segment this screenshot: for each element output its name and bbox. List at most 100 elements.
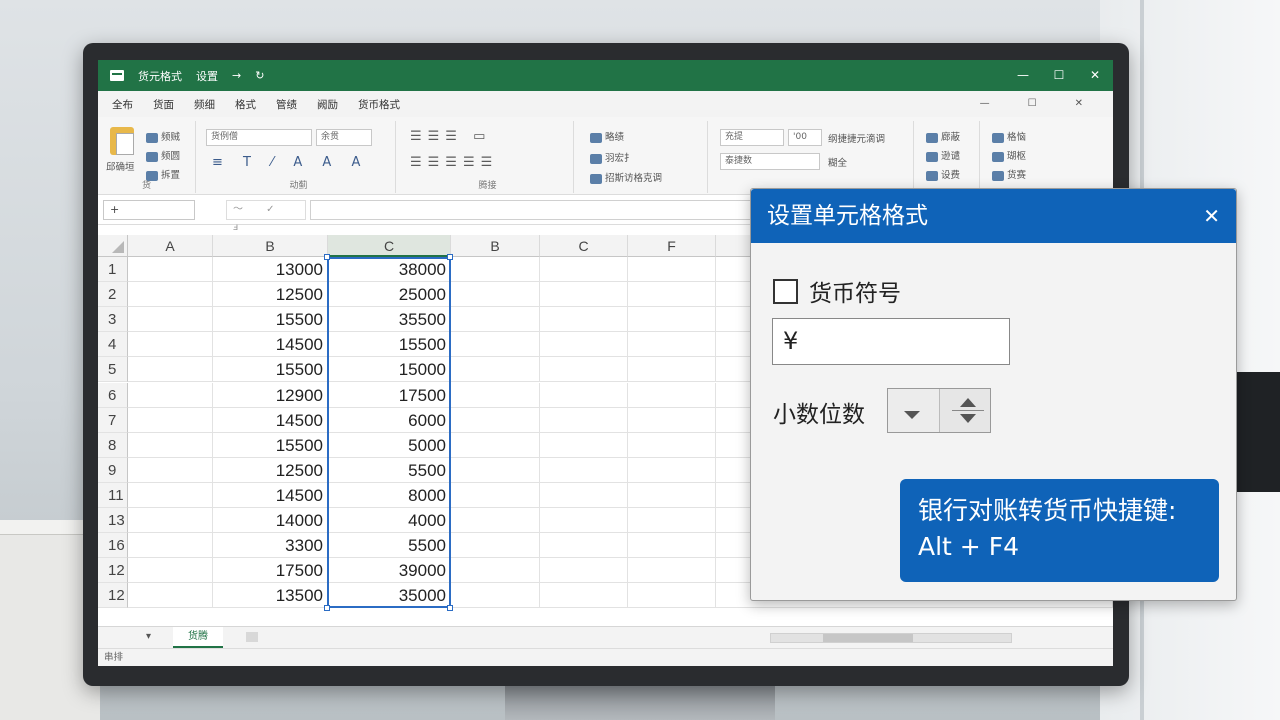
row-header[interactable]: 13 xyxy=(98,508,128,534)
cell-c[interactable]: 5000 xyxy=(328,432,451,458)
row-header[interactable]: 12 xyxy=(98,558,128,584)
cell-empty[interactable] xyxy=(128,257,213,283)
minimize-button[interactable]: — xyxy=(1005,60,1041,91)
cell-c[interactable]: 35500 xyxy=(328,307,451,333)
cell-empty[interactable] xyxy=(540,457,628,483)
cell-b[interactable]: 13000 xyxy=(213,257,328,283)
wrap-button[interactable]: 略绩 xyxy=(605,132,624,143)
cell-empty[interactable] xyxy=(451,332,540,358)
cell-c[interactable]: 35000 xyxy=(328,583,451,609)
cell-c[interactable]: 25000 xyxy=(328,282,451,308)
cell-empty[interactable] xyxy=(128,583,213,609)
redo-icon[interactable]: → xyxy=(232,69,241,82)
cell-empty[interactable] xyxy=(451,583,540,609)
cell-empty[interactable] xyxy=(540,332,628,358)
cell-empty[interactable] xyxy=(540,407,628,433)
row-header[interactable]: 5 xyxy=(98,357,128,383)
stepper-down-icon[interactable] xyxy=(960,414,976,423)
cell-empty[interactable] xyxy=(128,357,213,383)
cell-empty[interactable] xyxy=(451,282,540,308)
cell-b[interactable]: 12900 xyxy=(213,382,328,408)
row-header[interactable]: 6 xyxy=(98,382,128,408)
cell-empty[interactable] xyxy=(128,533,213,559)
cell-b[interactable]: 14500 xyxy=(213,332,328,358)
selection-handle[interactable] xyxy=(447,254,453,260)
column-header[interactable]: B xyxy=(451,235,540,257)
cell-empty[interactable] xyxy=(628,382,716,408)
row-header[interactable]: 8 xyxy=(98,432,128,458)
cell-empty[interactable] xyxy=(540,357,628,383)
refresh-icon[interactable]: ↻ xyxy=(255,69,264,82)
row-header[interactable]: 1 xyxy=(98,257,128,283)
cell-empty[interactable] xyxy=(628,257,716,283)
selection-handle[interactable] xyxy=(447,605,453,612)
paste-icon[interactable] xyxy=(110,127,134,155)
cell-b[interactable]: 15500 xyxy=(213,307,328,333)
cell-empty[interactable] xyxy=(540,558,628,584)
cell-empty[interactable] xyxy=(128,558,213,584)
selection-handle[interactable] xyxy=(324,605,330,612)
ribbon-restore-button[interactable]: ☐ xyxy=(1028,91,1037,117)
cell-empty[interactable] xyxy=(451,407,540,433)
ribbon-close-button[interactable]: ✕ xyxy=(1075,91,1083,117)
decimal-box[interactable]: '00 xyxy=(788,129,822,146)
align-top-icons[interactable]: ☰☰☰ ▭ xyxy=(410,129,491,144)
close-button[interactable]: ✕ xyxy=(1077,60,1113,91)
cell-empty[interactable] xyxy=(451,307,540,333)
cell-b[interactable]: 14500 xyxy=(213,482,328,508)
stepper-up-icon[interactable] xyxy=(960,398,976,407)
name-box[interactable]: + xyxy=(103,200,195,220)
cell-c[interactable]: 6000 xyxy=(328,407,451,433)
number-format-box[interactable]: 充提 xyxy=(720,129,784,146)
tab-1[interactable]: 货面 xyxy=(153,97,174,112)
cell-b[interactable]: 12500 xyxy=(213,457,328,483)
cell-empty[interactable] xyxy=(628,457,716,483)
row-header[interactable]: 11 xyxy=(98,482,128,508)
paste-label[interactable]: 邱确垣 xyxy=(106,159,135,173)
cell-b[interactable]: 3300 xyxy=(213,533,328,559)
find-button[interactable]: 货赛 xyxy=(1007,170,1026,181)
column-header[interactable]: C xyxy=(328,235,451,257)
cell-empty[interactable] xyxy=(540,282,628,308)
row-header[interactable]: 2 xyxy=(98,282,128,308)
cell-empty[interactable] xyxy=(451,558,540,584)
cell-empty[interactable] xyxy=(128,432,213,458)
column-header[interactable]: A xyxy=(128,235,213,257)
cell-empty[interactable] xyxy=(128,508,213,534)
tab-5[interactable]: 阙励 xyxy=(317,97,338,112)
select-all-corner[interactable] xyxy=(98,235,128,257)
tab-6[interactable]: 货币格式 xyxy=(358,97,400,112)
cell-style-box[interactable]: 泰捷数 xyxy=(720,153,820,170)
tab-3[interactable]: 格式 xyxy=(235,97,256,112)
cell-empty[interactable] xyxy=(451,508,540,534)
cell-c[interactable]: 17500 xyxy=(328,382,451,408)
cell-empty[interactable] xyxy=(628,508,716,534)
conditional-button[interactable]: 招斯访格克调 xyxy=(605,173,662,184)
cell-empty[interactable] xyxy=(128,307,213,333)
cell-empty[interactable] xyxy=(628,533,716,559)
decimal-places-stepper[interactable] xyxy=(887,388,991,433)
cell-empty[interactable] xyxy=(628,583,716,609)
cell-empty[interactable] xyxy=(628,357,716,383)
cell-empty[interactable] xyxy=(628,558,716,584)
cell-empty[interactable] xyxy=(128,332,213,358)
currency-checkbox[interactable] xyxy=(773,278,798,304)
cell-c[interactable]: 39000 xyxy=(328,558,451,584)
cell-b[interactable]: 14000 xyxy=(213,508,328,534)
tab-0[interactable]: 全布 xyxy=(112,97,133,112)
currency-symbol-input[interactable]: ¥ xyxy=(772,318,1010,365)
formula-icons[interactable]: ～ ✓ ⅎ xyxy=(226,200,306,233)
cell-empty[interactable] xyxy=(451,382,540,408)
cell-empty[interactable] xyxy=(451,257,540,283)
cell-b[interactable]: 14500 xyxy=(213,407,328,433)
cell-c[interactable]: 15000 xyxy=(328,357,451,383)
cell-empty[interactable] xyxy=(628,407,716,433)
font-format-icons[interactable]: ≡ T ⁄ A A A xyxy=(212,155,368,170)
selection-handle[interactable] xyxy=(324,254,330,260)
tab-4[interactable]: 管绩 xyxy=(276,97,297,112)
cell-b[interactable]: 12500 xyxy=(213,282,328,308)
cell-empty[interactable] xyxy=(451,432,540,458)
cell-empty[interactable] xyxy=(128,382,213,408)
copy-button[interactable]: 频圆 xyxy=(161,151,180,162)
cell-empty[interactable] xyxy=(128,282,213,308)
